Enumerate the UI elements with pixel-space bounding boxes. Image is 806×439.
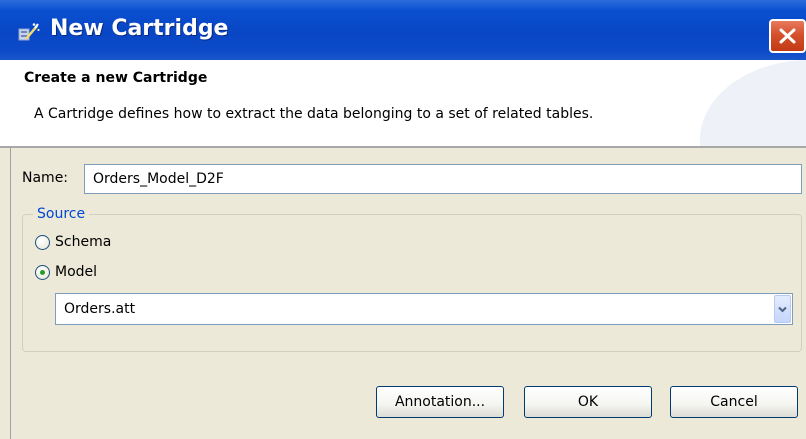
new-cartridge-dialog: New Cartridge Create a new Cartridge A C… <box>0 0 806 439</box>
header-description: A Cartridge defines how to extract the d… <box>34 106 594 122</box>
cancel-button[interactable]: Cancel <box>670 386 798 418</box>
model-radio-option[interactable]: Model <box>35 261 97 283</box>
close-icon <box>779 28 796 44</box>
title-bar[interactable]: New Cartridge <box>0 0 806 60</box>
schema-radio-label: Schema <box>55 234 112 250</box>
window-title: New Cartridge <box>50 16 229 41</box>
close-button[interactable] <box>769 19 806 53</box>
model-select[interactable]: Orders.att <box>55 293 793 325</box>
name-label: Name: <box>22 170 69 186</box>
ok-button[interactable]: OK <box>524 386 652 418</box>
schema-radio[interactable] <box>35 234 50 250</box>
model-select-value: Orders.att <box>64 301 136 317</box>
source-group: Source Schema Model Orders.att <box>22 204 802 352</box>
dialog-body: Name: Source Schema Model Orders.att <box>0 148 806 439</box>
wizard-icon <box>18 23 40 41</box>
chevron-down-icon <box>778 306 787 313</box>
header-decoration <box>700 60 806 146</box>
model-radio[interactable] <box>35 264 50 280</box>
annotation-button[interactable]: Annotation... <box>376 386 504 418</box>
header-title: Create a new Cartridge <box>24 70 208 86</box>
left-border-line <box>10 148 11 439</box>
model-radio-label: Model <box>55 264 98 280</box>
name-input[interactable] <box>84 164 802 194</box>
source-group-label: Source <box>33 204 90 224</box>
schema-radio-option[interactable]: Schema <box>35 231 111 253</box>
dropdown-button[interactable] <box>774 295 791 323</box>
wizard-header: Create a new Cartridge A Cartridge defin… <box>0 60 806 146</box>
